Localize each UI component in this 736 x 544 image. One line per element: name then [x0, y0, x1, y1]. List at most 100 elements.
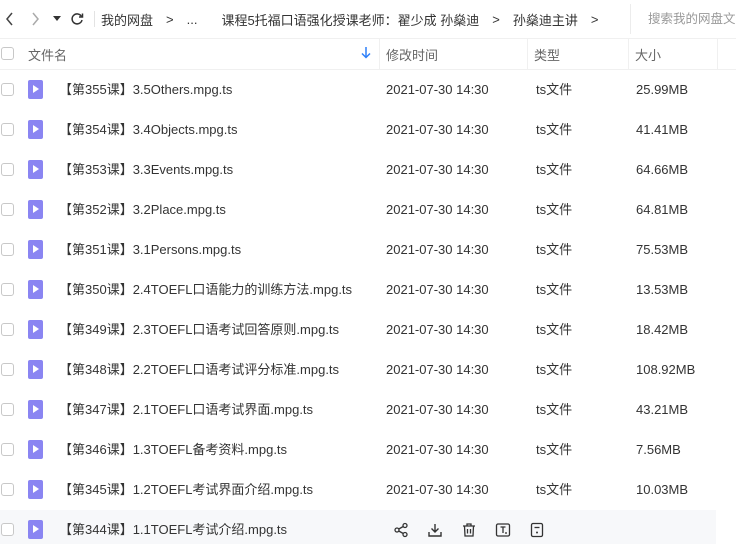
video-file-icon — [28, 160, 43, 179]
file-modified: 2021-07-30 14:30 — [386, 242, 489, 257]
row-checkbox[interactable] — [1, 243, 14, 256]
breadcrumb-item-course[interactable]: 课程5托福口语强化授课老师：翟少成 孙燊迪 — [221, 10, 479, 29]
table-row[interactable]: 【第352课】3.2Place.mpg.ts 2021-07-30 14:30 … — [0, 190, 736, 230]
search-box — [630, 4, 736, 34]
delete-button[interactable] — [452, 510, 486, 544]
row-checkbox[interactable] — [1, 483, 14, 496]
breadcrumb-separator: > — [590, 11, 599, 27]
row-checkbox[interactable] — [1, 323, 14, 336]
refresh-button[interactable] — [64, 0, 90, 38]
file-type: ts文件 — [536, 362, 573, 377]
table-row[interactable]: 【第354课】3.4Objects.mpg.ts 2021-07-30 14:3… — [0, 110, 736, 150]
breadcrumb-item-ellipsis[interactable]: ... — [187, 12, 198, 27]
text-extract-button[interactable] — [486, 510, 520, 544]
caret-down-icon — [53, 16, 61, 21]
table-row[interactable]: 【第347课】2.1TOEFL口语考试界面.mpg.ts 2021-07-30 … — [0, 390, 736, 430]
file-type: ts文件 — [536, 82, 573, 97]
file-name[interactable]: 【第355课】3.5Others.mpg.ts — [59, 70, 232, 110]
text-extract-icon — [495, 523, 511, 537]
share-icon — [394, 522, 408, 538]
file-size: 41.41MB — [636, 122, 689, 137]
chevron-right-icon — [32, 12, 39, 26]
table-row[interactable]: 【第350课】2.4TOEFL口语能力的训练方法.mpg.ts 2021-07-… — [0, 270, 736, 310]
column-header-name[interactable]: 文件名 — [28, 39, 378, 69]
video-file-icon — [28, 280, 43, 299]
row-checkbox[interactable] — [1, 443, 14, 456]
file-size: 7.56MB — [636, 442, 681, 457]
table-row[interactable]: 【第346课】1.3TOEFL备考资料.mpg.ts 2021-07-30 14… — [0, 430, 736, 470]
table-row[interactable]: 【第351课】3.1Persons.mpg.ts 2021-07-30 14:3… — [0, 230, 736, 270]
file-modified: 2021-07-30 14:30 — [386, 162, 489, 177]
file-name[interactable]: 【第349课】2.3TOEFL口语考试回答原则.mpg.ts — [59, 310, 339, 350]
row-checkbox[interactable] — [1, 363, 14, 376]
file-modified: 2021-07-30 14:30 — [386, 202, 489, 217]
video-file-icon — [28, 240, 43, 259]
row-checkbox[interactable] — [1, 163, 14, 176]
file-modified: 2021-07-30 14:30 — [386, 362, 489, 377]
row-checkbox[interactable] — [1, 283, 14, 296]
table-row[interactable]: 【第355课】3.5Others.mpg.ts 2021-07-30 14:30… — [0, 70, 736, 110]
file-name[interactable]: 【第351课】3.1Persons.mpg.ts — [59, 230, 241, 270]
table-row[interactable]: 【第345课】1.2TOEFL考试界面介绍.mpg.ts 2021-07-30 … — [0, 470, 736, 510]
download-icon — [428, 524, 442, 537]
file-name[interactable]: 【第354课】3.4Objects.mpg.ts — [59, 110, 237, 150]
video-file-icon — [28, 400, 43, 419]
more-info-icon — [530, 522, 544, 538]
file-size: 64.81MB — [636, 202, 689, 217]
share-button[interactable] — [384, 510, 418, 544]
file-type: ts文件 — [536, 442, 573, 457]
breadcrumb-separator: > — [166, 11, 174, 27]
column-header-modified[interactable]: 修改时间 — [379, 39, 527, 69]
column-header-size[interactable]: 大小 — [628, 39, 718, 69]
video-file-icon — [28, 200, 43, 219]
more-info-button[interactable] — [520, 510, 554, 544]
file-type: ts文件 — [536, 322, 573, 337]
file-modified: 2021-07-30 14:30 — [386, 122, 489, 137]
table-row-hovered[interactable]: 【第344课】1.1TOEFL考试介绍.mpg.ts — [0, 510, 716, 544]
back-button[interactable] — [0, 0, 20, 38]
video-file-icon — [28, 480, 43, 499]
file-name[interactable]: 【第352课】3.2Place.mpg.ts — [59, 190, 226, 230]
breadcrumb-item-root[interactable]: 我的网盘 — [101, 10, 153, 29]
row-checkbox[interactable] — [1, 203, 14, 216]
row-actions — [384, 510, 554, 544]
file-size: 10.03MB — [636, 482, 689, 497]
file-type: ts文件 — [536, 402, 573, 417]
search-input[interactable] — [648, 12, 736, 26]
row-checkbox[interactable] — [1, 83, 14, 96]
toolbar-divider — [94, 11, 95, 27]
column-header-type[interactable]: 类型 — [527, 39, 628, 69]
forward-button[interactable] — [20, 0, 50, 38]
select-all-checkbox[interactable] — [1, 47, 14, 60]
file-name[interactable]: 【第348课】2.2TOEFL口语考试评分标准.mpg.ts — [59, 350, 339, 390]
sort-arrow-down-icon[interactable] — [361, 47, 371, 62]
table-row[interactable]: 【第349课】2.3TOEFL口语考试回答原则.mpg.ts 2021-07-3… — [0, 310, 736, 350]
file-name[interactable]: 【第350课】2.4TOEFL口语能力的训练方法.mpg.ts — [59, 270, 352, 310]
delete-icon — [463, 523, 475, 537]
file-name[interactable]: 【第353课】3.3Events.mpg.ts — [59, 150, 233, 190]
file-name[interactable]: 【第346课】1.3TOEFL备考资料.mpg.ts — [59, 430, 287, 470]
row-checkbox[interactable] — [1, 123, 14, 136]
file-name[interactable]: 【第344课】1.1TOEFL考试介绍.mpg.ts — [59, 510, 287, 544]
file-modified: 2021-07-30 14:30 — [386, 402, 489, 417]
file-name[interactable]: 【第345课】1.2TOEFL考试界面介绍.mpg.ts — [59, 470, 313, 510]
file-modified: 2021-07-30 14:30 — [386, 322, 489, 337]
row-checkbox[interactable] — [1, 523, 14, 536]
file-modified: 2021-07-30 14:30 — [386, 282, 489, 297]
row-checkbox[interactable] — [1, 403, 14, 416]
file-type: ts文件 — [536, 162, 573, 177]
file-name[interactable]: 【第347课】2.1TOEFL口语考试界面.mpg.ts — [59, 390, 313, 430]
chevron-left-icon — [6, 12, 13, 26]
video-file-icon — [28, 80, 43, 99]
video-file-icon — [28, 360, 43, 379]
file-size: 64.66MB — [636, 162, 689, 177]
file-list-header: 文件名 修改时间 类型 大小 — [0, 38, 736, 70]
table-row[interactable]: 【第348课】2.2TOEFL口语考试评分标准.mpg.ts 2021-07-3… — [0, 350, 736, 390]
file-size: 13.53MB — [636, 282, 689, 297]
download-button[interactable] — [418, 510, 452, 544]
table-row[interactable]: 【第353课】3.3Events.mpg.ts 2021-07-30 14:30… — [0, 150, 736, 190]
history-dropdown-button[interactable] — [50, 0, 64, 38]
file-modified: 2021-07-30 14:30 — [386, 482, 489, 497]
file-type: ts文件 — [536, 242, 573, 257]
file-size: 43.21MB — [636, 402, 689, 417]
